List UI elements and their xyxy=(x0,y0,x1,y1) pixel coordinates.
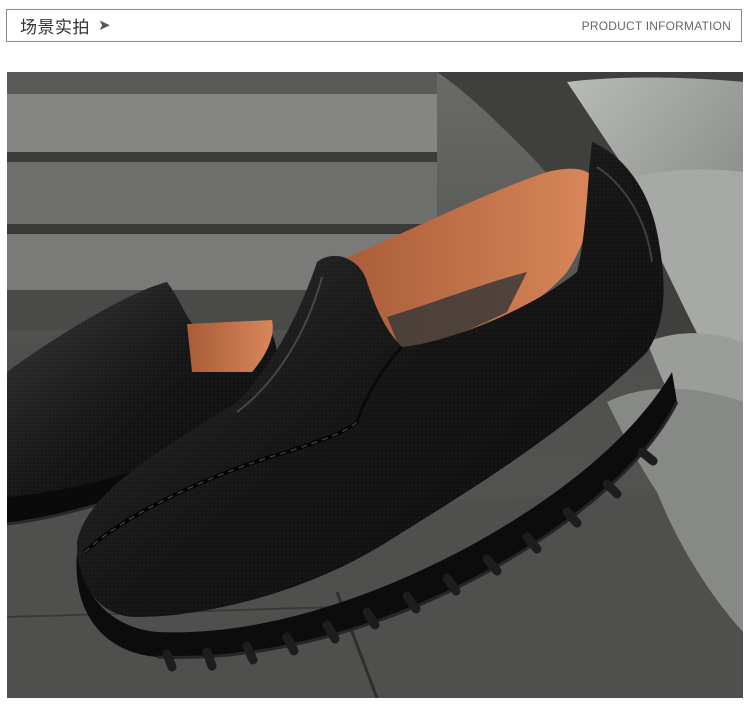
shoe-illustration xyxy=(7,72,743,698)
stone-step xyxy=(7,152,437,162)
section-header: 场景实拍 ➤ PRODUCT INFORMATION xyxy=(6,9,742,42)
stone-step xyxy=(7,72,437,94)
play-arrow-icon: ➤ xyxy=(98,16,111,34)
section-header-left: 场景实拍 ➤ xyxy=(7,13,111,39)
section-title: 场景实拍 xyxy=(20,18,90,38)
product-scene-photo xyxy=(7,72,743,698)
section-subtitle: PRODUCT INFORMATION xyxy=(581,18,731,33)
stone-step xyxy=(7,94,437,152)
stone-step xyxy=(7,224,437,234)
stone-step xyxy=(7,162,437,224)
